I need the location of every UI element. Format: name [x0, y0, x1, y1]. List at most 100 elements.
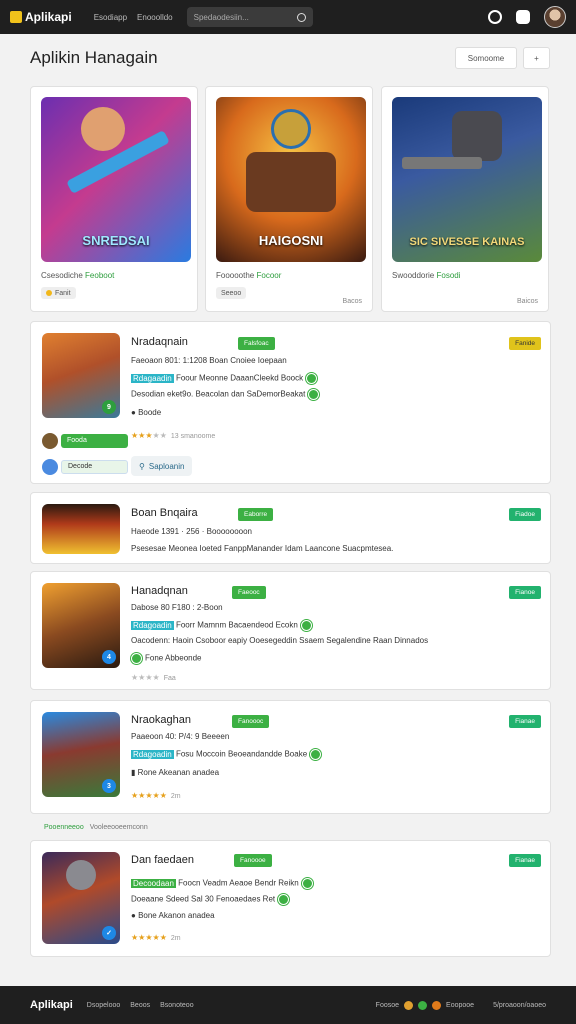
highlight-label: Decoodaan [131, 878, 176, 888]
mini-row[interactable]: Decode [42, 458, 128, 475]
app-thumbnail: 3 [42, 712, 120, 797]
footer-logo[interactable]: Aplikapi [30, 999, 73, 1011]
header-button[interactable]: Somoome [455, 47, 517, 69]
featured-card[interactable]: HAIGOSNI Fooooothe Focoor Seeoo Bacos [205, 86, 373, 312]
rating-meta: 13 smanoome [170, 433, 216, 440]
hero-head [452, 111, 502, 161]
app-title: Nradaqnain [131, 336, 188, 348]
line-text: Foour Meonne DaaanCleekd Boock [175, 373, 304, 383]
verified-icon [301, 878, 313, 889]
line-text: Fone Abbeonde [145, 653, 202, 663]
search-input[interactable]: Spedaodesiin... [186, 7, 313, 27]
meta-value: Fosodi [436, 271, 461, 280]
app-line-2: Rdagoadin Foorr Mamnm Bacaendeod Ecokn [131, 620, 312, 631]
featured-meta: Swooddorie Fosodi [392, 271, 461, 280]
add-button[interactable]: + [523, 47, 550, 69]
line-text: Boode [138, 408, 162, 417]
search-icon[interactable] [296, 12, 306, 22]
app-list-card[interactable]: Boan Bnqaira Eaborre Fiadoe Haeode 1391 … [30, 492, 551, 564]
category-tag: Falsfoac [238, 337, 275, 350]
footer-text[interactable]: Foosoe [376, 1002, 399, 1009]
app-list-card[interactable]: 4 Hanadqnan Faeooc Fianoe Dabose 80 F180… [30, 571, 551, 690]
highlight-label: Rdagoadin [131, 749, 174, 759]
meta-value: Feoboot [85, 271, 115, 280]
app-line-2: Decoodaan Foocn Veadm Aeaoe Bendr Reikn [131, 878, 313, 889]
verified-icon [310, 749, 322, 760]
app-list-card[interactable]: 9 Nradaqnain Falsfoac Fanide Faeoaon 801… [30, 321, 551, 484]
social-icon[interactable] [418, 1000, 428, 1010]
app-thumbnail: ✓ [42, 852, 120, 944]
rating: ★★★★★ 2m [131, 791, 181, 800]
line-text: Desodian eket9o. Beacolan dan SaDemorBea… [131, 389, 306, 399]
section-subtitle: Vooleeooeemconn [89, 824, 148, 831]
app-title: Nraokaghan [131, 714, 191, 726]
gamepad-icon[interactable] [516, 10, 530, 24]
app-logo[interactable]: Aplikapi [10, 10, 72, 24]
app-line-4: ● Bone Akanon anadea [131, 911, 215, 920]
mini-row[interactable]: Fooda [42, 432, 128, 449]
badge-icon: 9 [102, 400, 116, 414]
nav-link-2[interactable]: Enooolldo [137, 13, 173, 22]
line-text: Bone Akanon anadea [138, 911, 215, 920]
art-title: HAIGOSNI [258, 233, 324, 248]
badge-icon: ✓ [102, 926, 116, 940]
footer-link[interactable]: Dsopelooo [87, 1002, 120, 1009]
pill-label: Fanit [55, 289, 71, 297]
helmet-shape [66, 860, 96, 890]
badge-icon: 3 [102, 779, 116, 793]
status-tag: Fianae [509, 715, 541, 728]
rating-meta: Faa [163, 675, 176, 682]
app-line-1: Dabose 80 F180 : 2-Boon [131, 603, 223, 612]
meta-label: Swooddorie [392, 271, 435, 280]
verified-icon [300, 620, 312, 631]
top-bar: Aplikapi Esodiapp Enooolldo Spedaodesiin… [0, 0, 576, 34]
app-line-2: Psesesae Meonea Ioeted FanppManander Ida… [131, 544, 394, 553]
art-title: SNREDSAI [82, 233, 150, 248]
app-list-card[interactable]: ✓ Dan faedaen Fanoooe Fianae Decoodaan F… [30, 840, 551, 957]
footer-text[interactable]: Eoopooe [446, 1002, 474, 1009]
social-icon[interactable] [404, 1000, 414, 1010]
app-title: Dan faedaen [131, 854, 194, 866]
top-icons [488, 6, 566, 28]
featured-card[interactable]: SIC SIVESGE KAINAS Swooddorie Fosodi Bai… [381, 86, 549, 312]
footer-link[interactable]: Beoos [130, 1002, 150, 1009]
line-text: Fosu Moccoin Beoeandandde Boake [175, 749, 308, 759]
app-list-card[interactable]: 3 Nraokaghan Fanoooc Fianae Paaeoon 40: … [30, 700, 551, 814]
avatar [42, 432, 58, 449]
hero-head [81, 107, 125, 151]
app-thumbnail [42, 504, 120, 554]
social-icon[interactable] [432, 1000, 442, 1010]
footer: Aplikapi Dsopelooo Beoos Bsonoteoo Fooso… [0, 986, 576, 1024]
line-text: Foorr Mamnm Bacaendeod Ecokn [175, 620, 298, 630]
featured-pill[interactable]: Seeoo [216, 287, 247, 299]
footer-text[interactable]: 5/proaoon/oaoeo [493, 1002, 546, 1009]
meta-value: Focoor [256, 271, 282, 280]
footer-links: Dsopelooo Beoos Bsonoteoo [87, 1002, 194, 1009]
explore-button[interactable]: ⚲ Saploanin [131, 456, 193, 476]
section-title: Pooenneeoo [44, 824, 84, 831]
art-title: SIC SIVESGE KAINAS [409, 236, 525, 248]
pill-label: Seeoo [221, 289, 242, 297]
app-title: Boan Bnqaira [131, 507, 198, 519]
app-thumbnail: 4 [42, 583, 120, 668]
refresh-icon[interactable] [488, 10, 502, 24]
status-tag: Fianae [509, 854, 541, 867]
top-nav: Esodiapp Enooolldo [94, 13, 173, 22]
avatar[interactable] [544, 6, 566, 28]
footer-link[interactable]: Bsonoteoo [160, 1002, 193, 1009]
rating-meta: 2m [170, 935, 181, 942]
app-name: Aplikapi [25, 10, 72, 24]
badge-icon: 4 [102, 650, 116, 664]
verified-icon [131, 653, 142, 664]
nav-link-1[interactable]: Esodiapp [94, 13, 127, 22]
featured-pill[interactable]: Fanit [41, 287, 76, 299]
globe-icon [42, 458, 58, 475]
hero-head [271, 109, 311, 149]
app-line-3: Oacodenn: Haoin Csoboor eapiy Ooesegeddi… [131, 636, 429, 645]
verified-icon [308, 389, 320, 400]
app-line-3: Desodian eket9o. Beacolan dan SaDemorBea… [131, 389, 320, 400]
category-tag: Eaborre [238, 508, 274, 521]
mini-bar: Fooda [61, 433, 128, 448]
featured-card[interactable]: SNREDSAI Csesodiche Feoboot Fanit [30, 86, 198, 312]
category-tag: Fanoooe [234, 854, 272, 867]
